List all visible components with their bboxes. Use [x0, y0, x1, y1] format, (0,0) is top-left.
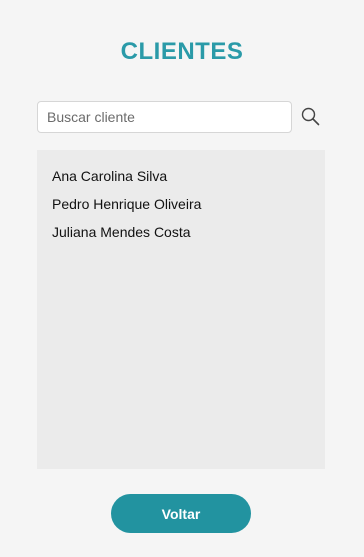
- search-icon: [301, 107, 320, 126]
- search-input[interactable]: [37, 101, 292, 133]
- list-item[interactable]: Ana Carolina Silva: [52, 162, 325, 190]
- clients-page: CLIENTES Ana Carolina Silva Pedro Henriq…: [0, 0, 364, 557]
- client-list: Ana Carolina Silva Pedro Henrique Olivei…: [37, 150, 325, 469]
- list-item[interactable]: Pedro Henrique Oliveira: [52, 190, 325, 218]
- page-title: CLIENTES: [120, 38, 244, 65]
- search-button[interactable]: [299, 105, 323, 129]
- search-bar: [37, 101, 327, 133]
- list-item[interactable]: Juliana Mendes Costa: [52, 218, 325, 246]
- back-button[interactable]: Voltar: [111, 494, 251, 533]
